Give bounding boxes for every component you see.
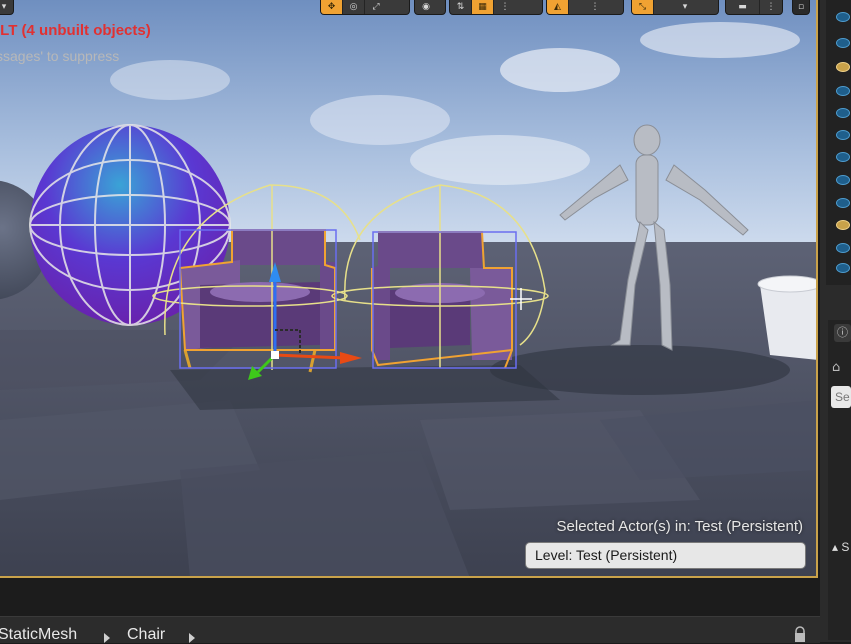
transform-tools-group: ✥ ◎ ⤢ bbox=[320, 0, 410, 15]
viewport-scene[interactable] bbox=[0, 0, 818, 578]
surface-snap-icon[interactable]: ⇅ bbox=[450, 0, 472, 14]
viewport-toolbar: ▾ ✥ ◎ ⤢ ◉ ⇅ ▦ ⋮ ◭ ⋮ ⤡ ▾ ▬ ⋮ ▫ bbox=[0, 0, 816, 15]
dropdown-icon[interactable]: ⋮ bbox=[494, 0, 516, 14]
rotation-snap-group: ◭ ⋮ bbox=[546, 0, 624, 15]
lighting-needs-rebuild-warning: ILT (4 unbuilt objects) bbox=[0, 22, 151, 39]
move-icon[interactable]: ✥ bbox=[321, 0, 343, 14]
visibility-eye-icon[interactable] bbox=[836, 175, 850, 185]
world-icon[interactable]: ◉ bbox=[415, 0, 437, 14]
section-label: S bbox=[841, 540, 850, 554]
scale-snap-icon[interactable]: ⤡ bbox=[632, 0, 654, 14]
breadcrumb: StaticMesh Chair bbox=[0, 616, 820, 643]
dropdown-icon[interactable]: ▾ bbox=[654, 0, 716, 14]
rotate-icon[interactable]: ◎ bbox=[343, 0, 365, 14]
visibility-eye-icon[interactable] bbox=[836, 62, 850, 72]
camera-speed-group: ▬ ⋮ bbox=[725, 0, 783, 15]
grid-snap-group: ⇅ ▦ ⋮ bbox=[449, 0, 543, 15]
scale-snap-group: ⤡ ▾ bbox=[631, 0, 719, 15]
details-panel: ⓘ ⌂ Se ▴ S bbox=[828, 320, 851, 640]
outliner-panel: ⓘ ⌂ Se ▴ S bbox=[820, 0, 851, 642]
camera-speed-icon[interactable]: ▬ bbox=[726, 0, 760, 14]
details-section-header[interactable]: ▴ S bbox=[832, 540, 849, 554]
actor-icon: ⌂ bbox=[832, 360, 841, 375]
coord-space-group: ◉ bbox=[414, 0, 446, 15]
grid-snap-icon[interactable]: ▦ bbox=[472, 0, 494, 14]
suppress-messages-hint: ssages' to suppress bbox=[0, 48, 120, 64]
dropdown-icon[interactable]: ▾ bbox=[0, 0, 13, 14]
breadcrumb-item-staticmesh[interactable]: StaticMesh bbox=[0, 626, 77, 644]
visibility-eye-icon[interactable] bbox=[836, 263, 850, 273]
visibility-eye-icon[interactable] bbox=[836, 152, 850, 162]
scale-icon[interactable]: ⤢ bbox=[365, 0, 387, 14]
current-level-indicator[interactable]: Level: Test (Persistent) bbox=[525, 542, 806, 569]
content-browser-bar: StaticMesh Chair bbox=[0, 580, 820, 643]
viewport-options-group[interactable]: ▾ bbox=[0, 0, 14, 15]
dropdown-icon[interactable]: ⋮ bbox=[760, 0, 782, 14]
maximize-viewport-button[interactable]: ▫ bbox=[792, 0, 810, 15]
lock-icon[interactable] bbox=[792, 626, 808, 642]
details-search-input[interactable]: Se bbox=[831, 386, 851, 408]
maximize-icon: ▫ bbox=[797, 1, 805, 12]
breadcrumb-item-chair[interactable]: Chair bbox=[127, 626, 165, 644]
selected-actors-label: Selected Actor(s) in: Test (Persistent) bbox=[556, 518, 803, 535]
visibility-eye-icon[interactable] bbox=[836, 12, 850, 22]
details-tab-icon[interactable]: ⓘ bbox=[834, 324, 851, 342]
visibility-eye-icon[interactable] bbox=[836, 86, 850, 96]
visibility-eye-icon[interactable] bbox=[836, 243, 850, 253]
visibility-eye-icon[interactable] bbox=[836, 198, 850, 208]
visibility-eye-icon[interactable] bbox=[836, 220, 850, 230]
level-viewport[interactable]: ▾ ✥ ◎ ⤢ ◉ ⇅ ▦ ⋮ ◭ ⋮ ⤡ ▾ ▬ ⋮ ▫ ILT (4 unb… bbox=[0, 0, 818, 578]
rotation-snap-icon[interactable]: ◭ bbox=[547, 0, 569, 14]
visibility-eye-icon[interactable] bbox=[836, 38, 850, 48]
dropdown-icon[interactable]: ⋮ bbox=[569, 0, 621, 14]
visibility-eye-icon[interactable] bbox=[836, 130, 850, 140]
visibility-eye-icon[interactable] bbox=[836, 108, 850, 118]
